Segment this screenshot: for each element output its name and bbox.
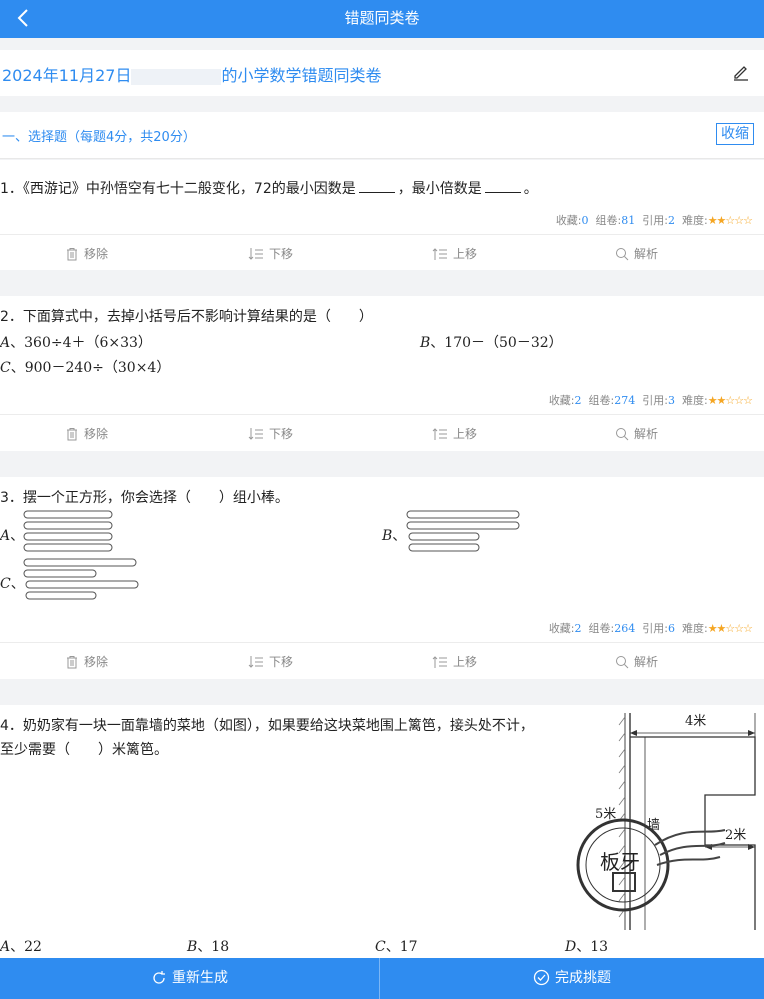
sticks-figure-c bbox=[23, 558, 139, 600]
difficulty-stars: ★★☆☆☆ bbox=[707, 394, 753, 407]
search-icon bbox=[616, 428, 629, 441]
move-down-button[interactable]: 下移 bbox=[248, 425, 293, 442]
remove-button[interactable]: 移除 bbox=[65, 245, 108, 262]
stamp-text: 板牙 bbox=[600, 850, 640, 874]
analysis-button[interactable]: 解析 bbox=[615, 425, 658, 442]
question-text-2: 2．下面算式中，去掉小括号后不影响计算结果的是（ ） bbox=[0, 309, 373, 325]
section-header: 一、选择题（每题4分，共20分） 收缩 bbox=[0, 112, 764, 159]
remove-button[interactable]: 移除 bbox=[65, 425, 108, 442]
bottom-action-bar: 重新生成 完成挑题 bbox=[0, 958, 764, 999]
move-up-button[interactable]: 上移 bbox=[432, 245, 477, 262]
paper-title-bar: 2024年11月27日 的小学数学错题同类卷 bbox=[0, 50, 764, 96]
sort-down-icon bbox=[248, 248, 263, 260]
option-c: C、 bbox=[0, 576, 25, 592]
redacted-name bbox=[131, 68, 222, 85]
finish-selection-button[interactable]: 完成挑题 bbox=[380, 958, 764, 999]
move-up-button[interactable]: 上移 bbox=[432, 425, 477, 442]
top-dimension-label: 4米 bbox=[685, 714, 706, 729]
search-icon bbox=[616, 248, 629, 261]
question-card-3: 3．摆一个正方形，你会选择（ ）组小棒。 A、 B、 C、 收藏:2 组卷:26… bbox=[0, 477, 764, 679]
answer-blank bbox=[484, 180, 521, 193]
watermark-stamp: 板牙 bbox=[576, 818, 726, 912]
remove-button[interactable]: 移除 bbox=[65, 653, 108, 670]
paper-title: 2024年11月27日 的小学数学错题同类卷 bbox=[2, 66, 382, 85]
question-card-1: 1．《西游记》中孙悟空有七十二般变化，72的最小因数是 ，最小倍数是。 收藏:0 … bbox=[0, 160, 764, 270]
question-actions-1: 移除 下移 上移 解析 bbox=[0, 234, 764, 271]
regenerate-button[interactable]: 重新生成 bbox=[0, 958, 379, 999]
option-a: A、 bbox=[0, 528, 25, 544]
sort-up-icon bbox=[432, 656, 447, 668]
trash-icon bbox=[67, 428, 77, 441]
refresh-icon bbox=[153, 971, 165, 984]
navigation-bar: 错题同类卷 bbox=[0, 0, 764, 38]
sort-down-icon bbox=[248, 656, 263, 668]
question-actions-3: 移除 下移 上移 解析 bbox=[0, 642, 764, 679]
option-b: B、170－（50－32） bbox=[420, 335, 563, 351]
check-circle-icon bbox=[533, 969, 550, 986]
question-card-2: 2．下面算式中，去掉小括号后不影响计算结果的是（ ） A、360÷4＋（6×33… bbox=[0, 296, 764, 451]
garden-figure: 4米 5米 墙 2米 板牙 bbox=[576, 713, 756, 930]
edit-pencil-icon[interactable] bbox=[732, 63, 750, 81]
option-a: A、22 bbox=[0, 939, 42, 955]
difficulty-stars: ★★☆☆☆ bbox=[707, 214, 753, 227]
search-icon bbox=[616, 656, 629, 669]
sort-down-icon bbox=[248, 428, 263, 440]
sticks-figure-b bbox=[406, 510, 520, 552]
analysis-button[interactable]: 解析 bbox=[615, 653, 658, 670]
question-text-4-line2: 至少需要（ ）米篱笆。 bbox=[0, 742, 168, 758]
answer-blank bbox=[358, 180, 395, 193]
option-c: C、900－240÷（30×4） bbox=[0, 360, 171, 376]
trash-icon bbox=[67, 656, 77, 669]
sort-up-icon bbox=[432, 428, 447, 440]
question-text-1: 1．《西游记》中孙悟空有七十二般变化，72的最小因数是 ，最小倍数是。 bbox=[0, 180, 538, 197]
question-card-4: 4．奶奶家有一块一面靠墙的菜地（如图），如果要给这块菜地围上篱笆，接头处不计， … bbox=[0, 705, 764, 958]
right-dimension-label: 2米 bbox=[725, 828, 746, 843]
question-stats-3: 收藏:2 组卷:264 引用:6 难度:★★☆☆☆ bbox=[548, 622, 753, 635]
question-actions-2: 移除 下移 上移 解析 bbox=[0, 414, 764, 451]
option-b: B、 bbox=[382, 528, 407, 544]
sticks-figure-a bbox=[23, 510, 113, 552]
move-down-button[interactable]: 下移 bbox=[248, 653, 293, 670]
sort-up-icon bbox=[432, 248, 447, 260]
option-b: B、18 bbox=[187, 939, 230, 955]
page-title: 错题同类卷 bbox=[344, 9, 420, 27]
option-d: D、13 bbox=[565, 939, 609, 955]
move-down-button[interactable]: 下移 bbox=[248, 245, 293, 262]
trash-icon bbox=[67, 248, 77, 261]
section-title: 一、选择题（每题4分，共20分） bbox=[2, 130, 196, 145]
question-text-3: 3．摆一个正方形，你会选择（ ）组小棒。 bbox=[0, 490, 289, 506]
difficulty-stars: ★★☆☆☆ bbox=[707, 622, 753, 635]
question-stats-2: 收藏:2 组卷:274 引用:3 难度:★★☆☆☆ bbox=[548, 394, 753, 407]
option-a: A、360÷4＋（6×33） bbox=[0, 335, 152, 351]
question-stats-1: 收藏:0 组卷:81 引用:2 难度:★★☆☆☆ bbox=[555, 214, 753, 227]
question-text-4-line1: 4．奶奶家有一块一面靠墙的菜地（如图），如果要给这块菜地围上篱笆，接头处不计， bbox=[0, 718, 534, 734]
analysis-button[interactable]: 解析 bbox=[615, 245, 658, 262]
move-up-button[interactable]: 上移 bbox=[432, 653, 477, 670]
option-c: C、17 bbox=[375, 939, 418, 955]
collapse-button[interactable]: 收缩 bbox=[716, 123, 754, 145]
